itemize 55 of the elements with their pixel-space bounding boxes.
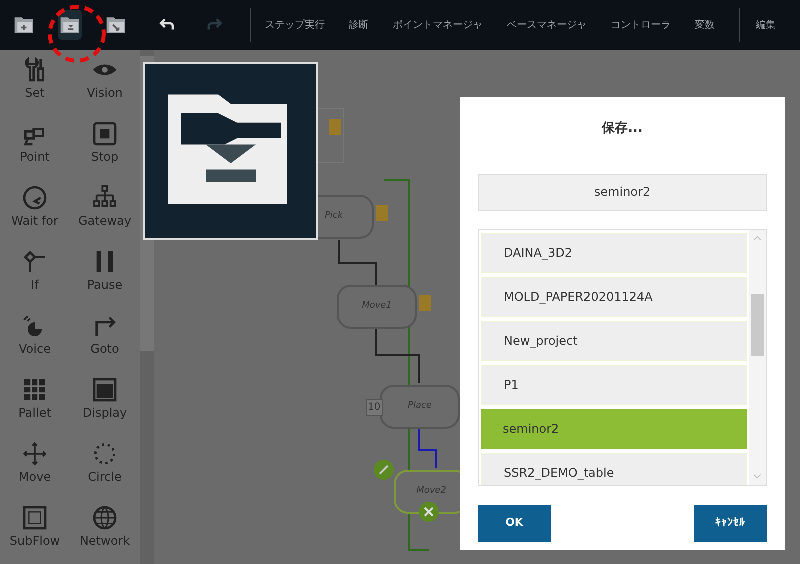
folder-button[interactable]: [58, 10, 82, 40]
node-label: Place: [408, 400, 432, 414]
list-item[interactable]: DAINA_3D2: [481, 232, 747, 272]
list-item[interactable]: SSR2_DEMO_table: [481, 452, 747, 484]
flow-node[interactable]: Place: [380, 385, 460, 429]
palette-item[interactable]: Pause: [70, 248, 140, 302]
subflow-icon: [21, 504, 49, 532]
node-tag: 10: [366, 399, 383, 416]
ok-button[interactable]: OK: [478, 504, 551, 542]
palette-item[interactable]: Point: [0, 120, 70, 174]
menu-item[interactable]: ポイントマネージャ: [393, 18, 484, 32]
palette-item[interactable]: Circle: [70, 440, 140, 494]
flow-node[interactable]: Move1: [337, 285, 417, 329]
palette-item[interactable]: Set: [0, 56, 70, 110]
cancel-button[interactable]: ｷｬﾝｾﾙ: [694, 504, 767, 542]
palette-item[interactable]: Network: [70, 504, 140, 558]
dialog-title: 保存...: [600, 120, 644, 138]
list-item[interactable]: seminor2: [481, 408, 747, 448]
connector-line: [338, 240, 377, 285]
palette-item[interactable]: Wait for: [0, 184, 70, 238]
palette-item[interactable]: SubFlow: [0, 504, 70, 558]
palette-item[interactable]: Voice: [0, 312, 70, 366]
menu-item[interactable]: 変数: [695, 18, 716, 32]
palette-item[interactable]: Move: [0, 440, 70, 494]
module-icon: [419, 295, 431, 311]
list-item[interactable]: MOLD_PAPER20201124A: [481, 276, 747, 316]
palette-item[interactable]: Goto: [70, 312, 140, 366]
palette-item[interactable]: Gateway: [70, 184, 140, 238]
palette-item[interactable]: Pallet: [0, 376, 70, 430]
node-label: Move2: [416, 485, 446, 498]
menu-item[interactable]: ベースマネージャ: [507, 18, 588, 32]
highlight-circle: [47, 3, 107, 65]
module-icon: [329, 119, 341, 135]
name-field[interactable]: seminor2: [478, 174, 767, 210]
list-item[interactable]: New_project: [481, 320, 747, 360]
module-icon: [376, 205, 388, 221]
menu-item[interactable]: 診断: [349, 18, 370, 32]
node-label: Move1: [362, 300, 392, 314]
palette-item[interactable]: Display: [70, 376, 140, 430]
clock-icon: [21, 184, 49, 212]
link-icon[interactable]: [374, 460, 394, 480]
palette-item[interactable]: If: [0, 248, 70, 302]
node-label: Pick: [324, 210, 344, 224]
menu-item[interactable]: ステップ実行: [265, 18, 326, 32]
list-item[interactable]: P1: [481, 364, 747, 404]
palette-item[interactable]: Stop: [70, 120, 140, 174]
move-arrows-icon: [21, 440, 49, 468]
delete-icon[interactable]: [419, 502, 439, 522]
monitor-icon: [91, 376, 119, 404]
menu-item[interactable]: 編集: [756, 18, 776, 32]
globe-icon: [91, 504, 119, 532]
stop-icon: [91, 120, 119, 148]
palette-item[interactable]: Vision: [70, 56, 140, 110]
scroll-thumb[interactable]: [751, 294, 764, 356]
menu-item[interactable]: コントローラ: [611, 18, 672, 32]
